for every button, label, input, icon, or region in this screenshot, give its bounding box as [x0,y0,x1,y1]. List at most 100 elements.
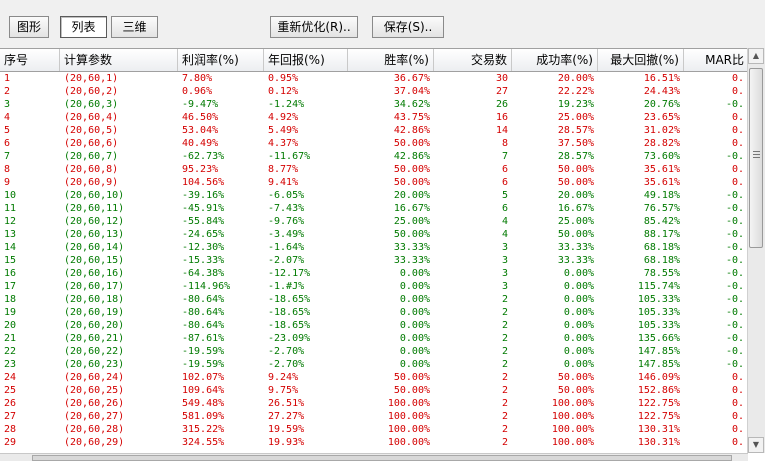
cell-success: 0.00% [563,320,594,331]
cell-trades: 30 [495,73,508,84]
table-row[interactable]: 16 (20,60,16) -64.38% -12.17% 0.00% 3 0.00% 78.… [0,267,748,280]
table-row[interactable]: 28 (20,60,28) 315.22% 19.59% 100.00% 2 100.00%… [0,423,748,436]
cell-drawdown: 130.31% [637,437,680,448]
table-row[interactable]: 5 (20,60,5) 53.04% 5.49% 42.86% 14 28.57% 31.02… [0,124,748,137]
horizontal-scroll-thumb[interactable] [32,455,732,461]
table-row[interactable]: 7 (20,60,7) -62.73% -11.67% 42.86% 7 28.57% 73.… [0,150,748,163]
cell-param: (20,60,14) [64,242,125,253]
cell-trades: 2 [501,359,508,370]
cell-annual: -18.65% [268,320,311,331]
scroll-up-arrow-icon[interactable]: ▲ [748,48,764,64]
scroll-thumb[interactable] [749,68,763,248]
table-row[interactable]: 29 (20,60,29) 324.55% 19.93% 100.00% 2 100.00%… [0,436,748,449]
col-trades-header[interactable]: 交易数 [434,49,512,71]
cell-annual: -2.07% [268,255,305,266]
cell-param: (20,60,27) [64,411,125,422]
table-row[interactable]: 25 (20,60,25) 109.64% 9.75% 50.00% 2 50.00% 152… [0,384,748,397]
results-table: 序号 计算参数 利润率(%) 年回报(%) 胜率(%) 交易数 成功率(%) 最… [0,48,765,461]
table-row[interactable]: 12 (20,60,12) -55.84% -9.76% 25.00% 4 25.00% 85… [0,215,748,228]
cell-winrate: 50.00% [393,177,430,188]
cell-index: 8 [4,164,11,175]
table-row[interactable]: 11 (20,60,11) -45.91% -7.43% 16.67% 6 16.67% 76… [0,202,748,215]
cell-profit: -19.59% [182,346,225,357]
cell-index: 3 [4,99,11,110]
cell-trades: 16 [495,112,508,123]
col-annual-header[interactable]: 年回报(%) [264,49,348,71]
cell-mar: 0. [731,86,744,97]
col-index-header[interactable]: 序号 [0,49,60,71]
col-param-header[interactable]: 计算参数 [60,49,178,71]
cell-drawdown: 146.09% [637,372,680,383]
table-row[interactable]: 27 (20,60,27) 581.09% 27.27% 100.00% 2 100.00%… [0,410,748,423]
cell-profit: 46.50% [182,112,219,123]
table-row[interactable]: 8 (20,60,8) 95.23% 8.77% 50.00% 6 50.00% 35.61%… [0,163,748,176]
col-success-header[interactable]: 成功率(%) [512,49,598,71]
table-row[interactable]: 23 (20,60,23) -19.59% -2.70% 0.00% 2 0.00% 147.… [0,358,748,371]
cell-profit: -24.65% [182,229,225,240]
cell-annual: 9.41% [268,177,299,188]
cell-mar: 0. [731,164,744,175]
cell-profit: 7.80% [182,73,213,84]
col-mar-header[interactable]: MAR比 [684,49,748,71]
col-winrate-header[interactable]: 胜率(%) [348,49,434,71]
table-row[interactable]: 22 (20,60,22) -19.59% -2.70% 0.00% 2 0.00% 147.… [0,345,748,358]
table-row[interactable]: 20 (20,60,20) -80.64% -18.65% 0.00% 2 0.00% 105… [0,319,748,332]
cell-winrate: 43.75% [393,112,430,123]
cell-trades: 2 [501,294,508,305]
cell-param: (20,60,13) [64,229,125,240]
tab-3d[interactable]: 三维 [111,16,158,38]
cell-param: (20,60,24) [64,372,125,383]
cell-annual: -9.76% [268,216,305,227]
cell-index: 10 [4,190,17,201]
table-row[interactable]: 13 (20,60,13) -24.65% -3.49% 50.00% 4 50.00% 88… [0,228,748,241]
cell-index: 27 [4,411,17,422]
cell-profit: 581.09% [182,411,225,422]
vertical-scrollbar[interactable]: ▲ ▼ [747,48,765,453]
table-row[interactable]: 1 (20,60,1) 7.80% 0.95% 36.67% 30 20.00% 16.51%… [0,72,748,85]
cell-param: (20,60,2) [64,86,119,97]
cell-success: 0.00% [563,346,594,357]
cell-param: (20,60,3) [64,99,119,110]
col-drawdown-header[interactable]: 最大回撤(%) [598,49,684,71]
cell-success: 28.57% [557,151,594,162]
cell-success: 20.00% [557,73,594,84]
cell-success: 100.00% [551,437,594,448]
cell-winrate: 36.67% [393,73,430,84]
cell-trades: 4 [501,229,508,240]
cell-profit: -9.47% [182,99,219,110]
table-row[interactable]: 17 (20,60,17) -114.96% -1.#J% 0.00% 3 0.00% 115… [0,280,748,293]
cell-drawdown: 105.33% [637,294,680,305]
cell-annual: 4.37% [268,138,299,149]
table-row[interactable]: 15 (20,60,15) -15.33% -2.07% 33.33% 3 33.33% 68… [0,254,748,267]
cell-trades: 2 [501,411,508,422]
table-row[interactable]: 3 (20,60,3) -9.47% -1.24% 34.62% 26 19.23% 20.7… [0,98,748,111]
table-row[interactable]: 14 (20,60,14) -12.30% -1.64% 33.33% 3 33.33% 68… [0,241,748,254]
cell-winrate: 100.00% [387,424,430,435]
table-row[interactable]: 4 (20,60,4) 46.50% 4.92% 43.75% 16 25.00% 23.65… [0,111,748,124]
cell-annual: -1.64% [268,242,305,253]
table-row[interactable]: 26 (20,60,26) 549.48% 26.51% 100.00% 2 100.00%… [0,397,748,410]
col-profit-header[interactable]: 利润率(%) [178,49,264,71]
cell-trades: 5 [501,190,508,201]
save-button[interactable]: 保存(S).. [372,16,444,38]
table-row[interactable]: 21 (20,60,21) -87.61% -23.09% 0.00% 2 0.00% 135… [0,332,748,345]
cell-index: 22 [4,346,17,357]
scroll-down-arrow-icon[interactable]: ▼ [748,437,764,453]
table-row[interactable]: 6 (20,60,6) 40.49% 4.37% 50.00% 8 37.50% 28.82%… [0,137,748,150]
cell-drawdown: 122.75% [637,411,680,422]
table-row[interactable]: 18 (20,60,18) -80.64% -18.65% 0.00% 2 0.00% 105… [0,293,748,306]
tab-list[interactable]: 列表 [60,16,107,38]
reoptimize-button[interactable]: 重新优化(R).. [270,16,358,38]
tab-graph[interactable]: 图形 [9,16,49,38]
table-row[interactable]: 10 (20,60,10) -39.16% -6.05% 20.00% 5 20.00% 49… [0,189,748,202]
cell-winrate: 33.33% [393,255,430,266]
table-row[interactable]: 24 (20,60,24) 102.07% 9.24% 50.00% 2 50.00% 146… [0,371,748,384]
table-row[interactable]: 9 (20,60,9) 104.56% 9.41% 50.00% 6 50.00% 35.61… [0,176,748,189]
cell-mar: 0. [731,424,744,435]
cell-profit: 549.48% [182,398,225,409]
cell-annual: -3.49% [268,229,305,240]
cell-drawdown: 73.60% [643,151,680,162]
cell-profit: -12.30% [182,242,225,253]
table-row[interactable]: 2 (20,60,2) 0.96% 0.12% 37.04% 27 22.22% 24.43%… [0,85,748,98]
table-row[interactable]: 19 (20,60,19) -80.64% -18.65% 0.00% 2 0.00% 105… [0,306,748,319]
